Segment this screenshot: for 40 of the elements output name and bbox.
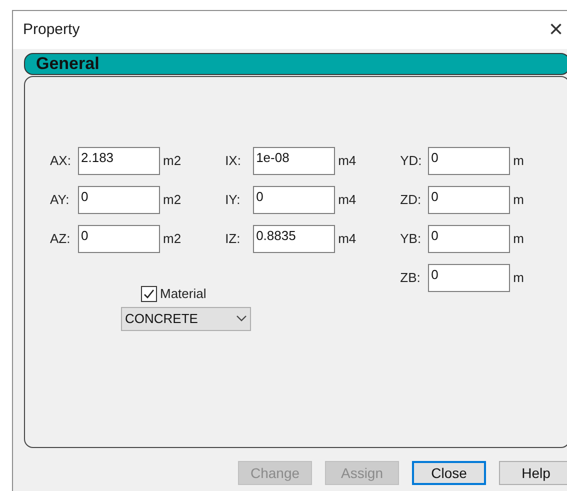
unit-label: m4 (338, 191, 356, 210)
field-label: ZB: (400, 269, 422, 288)
input-field[interactable]: 0 (428, 147, 510, 175)
unit-label: m2 (163, 230, 182, 248)
input-field[interactable]: 0.8835 (253, 225, 336, 253)
unit-label: m (513, 152, 524, 170)
field-label: IZ: (225, 230, 242, 248)
field-label: IX: (225, 152, 242, 170)
input-field[interactable]: 1e-08 (253, 147, 336, 175)
field-label: AZ: (50, 230, 72, 248)
input-field[interactable]: 0 (78, 225, 160, 253)
unit-label: m4 (338, 152, 356, 170)
field-label: YD: (400, 152, 423, 170)
chevron-down-icon (236, 315, 247, 322)
window-title: Property (23, 20, 80, 40)
field-label: AX: (50, 152, 72, 170)
input-field[interactable]: 0 (78, 186, 160, 214)
field-label: ZD: (400, 191, 422, 210)
unit-label: m (513, 191, 524, 210)
input-field[interactable]: 0 (428, 264, 510, 292)
input-field[interactable]: 0 (253, 186, 336, 214)
close-button[interactable]: × (544, 18, 567, 42)
field-label: YB: (400, 230, 422, 248)
material-dropdown[interactable]: CONCRETE (121, 306, 251, 330)
field-label: IY: (225, 191, 242, 210)
checkbox-label: Material (160, 285, 206, 303)
input-field[interactable]: 0 (428, 186, 510, 214)
input-field[interactable]: 0 (428, 225, 510, 253)
material-checkbox[interactable] (141, 286, 157, 302)
input-field[interactable]: 2.183 (78, 147, 160, 175)
unit-label: m (513, 230, 524, 248)
group-header: General (24, 53, 567, 75)
unit-label: m2 (163, 152, 182, 170)
field-label: AY: (50, 191, 70, 210)
unit-label: m2 (163, 191, 182, 210)
unit-label: m4 (338, 230, 356, 248)
dialog-button[interactable]: Help (499, 461, 567, 485)
check-icon (143, 288, 155, 300)
dialog-button[interactable]: Close (412, 461, 486, 485)
unit-label: m (513, 269, 524, 288)
